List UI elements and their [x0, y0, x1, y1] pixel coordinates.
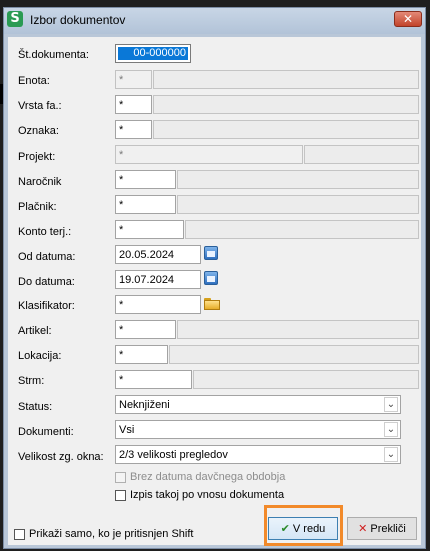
document-number-input[interactable]: 00-000000: [115, 44, 191, 63]
label-placnik: Plačnik:: [18, 201, 57, 213]
checkmark-icon: ✔: [280, 522, 290, 535]
close-button[interactable]: ✕: [394, 11, 422, 27]
brez-datuma-label: Brez datuma davčnega obdobja: [130, 471, 286, 483]
oznaka-description: [153, 120, 419, 139]
status-select[interactable]: Neknjiženi ⌄: [115, 395, 401, 414]
label-projekt: Projekt:: [18, 151, 56, 163]
cancel-button[interactable]: ✕ Prekliči: [347, 517, 417, 540]
label-velikost: Velikost zg. okna:: [18, 451, 104, 463]
artikel-description: [177, 320, 419, 339]
dialog-title: Izbor dokumentov: [30, 13, 126, 27]
chevron-down-icon[interactable]: ⌄: [384, 422, 398, 437]
placnik-input[interactable]: *: [115, 195, 176, 214]
izpis-takoj-label: Izpis takoj po vnosu dokumenta: [130, 489, 285, 501]
label-artikel: Artikel:: [18, 325, 52, 337]
label-do-datuma: Do datuma:: [18, 276, 75, 288]
label-klasifikator: Klasifikator:: [18, 300, 75, 312]
izpis-takoj-checkbox[interactable]: [115, 490, 126, 501]
prikazi-shift-label: Prikaži samo, ko je pritisnjen Shift: [29, 528, 194, 540]
chevron-down-icon[interactable]: ⌄: [384, 397, 398, 412]
calendar-icon[interactable]: [204, 271, 218, 285]
vrsta-fa-description: [153, 95, 419, 114]
label-enota: Enota:: [18, 75, 50, 87]
brez-datuma-checkbox[interactable]: [115, 472, 126, 483]
strm-description: [193, 370, 419, 389]
placnik-description: [177, 195, 419, 214]
enota-input[interactable]: *: [115, 70, 152, 89]
label-lokacija: Lokacija:: [18, 350, 62, 362]
velikost-value: 2/3 velikosti pregledov: [119, 449, 228, 461]
label-vrsta-fa: Vrsta fa.:: [18, 100, 62, 112]
konto-terj-description: [185, 220, 419, 239]
ok-button-label: V redu: [292, 523, 326, 535]
ok-button[interactable]: ✔ V redu: [268, 517, 338, 540]
lokacija-input[interactable]: *: [115, 345, 168, 364]
label-od-datuma: Od datuma:: [18, 251, 76, 263]
chevron-down-icon[interactable]: ⌄: [384, 447, 398, 462]
dokumenti-select[interactable]: Vsi ⌄: [115, 420, 401, 439]
vrsta-fa-input[interactable]: *: [115, 95, 152, 114]
cancel-button-label: Prekliči: [370, 523, 406, 535]
projekt-description: [304, 145, 419, 164]
narocnik-input[interactable]: *: [115, 170, 176, 189]
lokacija-description: [169, 345, 419, 364]
od-datuma-input[interactable]: 20.05.2024: [115, 245, 201, 264]
oznaka-input[interactable]: *: [115, 120, 152, 139]
x-icon: ✕: [358, 522, 368, 535]
prikazi-shift-checkbox[interactable]: [14, 529, 25, 540]
artikel-input[interactable]: *: [115, 320, 176, 339]
label-dokumenti: Dokumenti:: [18, 426, 74, 438]
projekt-input[interactable]: *: [115, 145, 303, 164]
klasifikator-input[interactable]: *: [115, 295, 201, 314]
document-number-value: 00-000000: [118, 47, 188, 60]
label-narocnik: Naročnik: [18, 176, 62, 188]
konto-terj-input[interactable]: *: [115, 220, 184, 239]
calendar-icon[interactable]: [204, 246, 218, 260]
strm-input[interactable]: *: [115, 370, 192, 389]
label-strm: Strm:: [18, 375, 45, 387]
label-konto-terj: Konto terj.:: [18, 226, 72, 238]
app-logo-icon: S: [7, 11, 23, 27]
label-status: Status:: [18, 401, 53, 413]
dokumenti-value: Vsi: [119, 424, 135, 436]
folder-icon[interactable]: [204, 298, 220, 310]
label-st-dokumenta: Št.dokumenta:: [18, 49, 89, 61]
do-datuma-input[interactable]: 19.07.2024: [115, 270, 201, 289]
status-value: Neknjiženi: [119, 399, 170, 411]
narocnik-description: [177, 170, 419, 189]
velikost-select[interactable]: 2/3 velikosti pregledov ⌄: [115, 445, 401, 464]
label-oznaka: Oznaka:: [18, 125, 59, 137]
enota-description: [153, 70, 419, 89]
